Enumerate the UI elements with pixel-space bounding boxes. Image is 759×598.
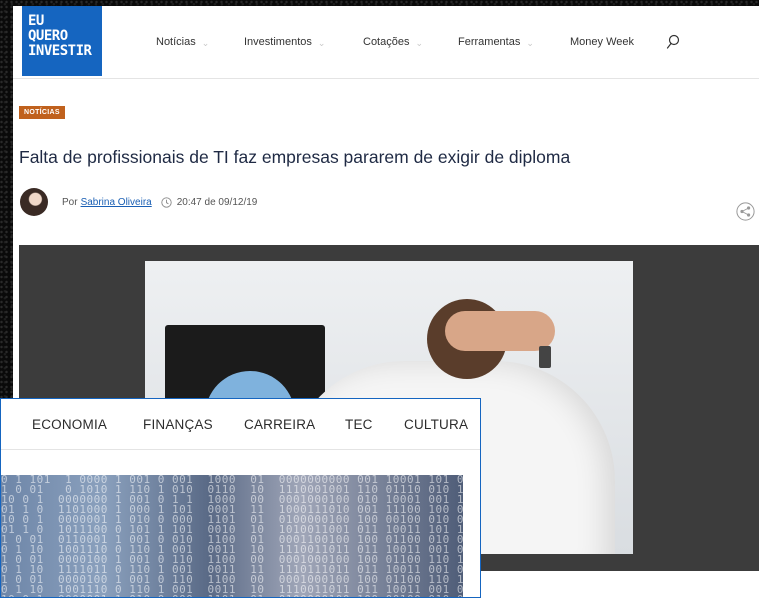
chevron-down-icon: ⌄ [201, 37, 210, 48]
site-header: EU QUERO INVESTIR Notícias ⌄ Investiment… [13, 6, 759, 79]
clock-icon [161, 196, 172, 208]
overlay-nav: ECONOMIA FINANÇAS CARREIRA TEC CULTURA [1, 399, 480, 450]
logo-line-2: QUERO [28, 28, 68, 44]
overlay-nav-financas[interactable]: FINANÇAS [143, 417, 213, 432]
logo-line-3: INVESTIR [28, 43, 92, 59]
nav-item-money-week[interactable]: Money Week [570, 36, 634, 48]
photo-watch [539, 346, 551, 368]
nav-item-label: Cotações [363, 36, 410, 48]
nav-item-ferramentas[interactable]: Ferramentas ⌄ [458, 36, 534, 48]
overlay-nav-tec[interactable]: TEC [345, 417, 373, 432]
nav-item-investimentos[interactable]: Investimentos ⌄ [244, 36, 325, 48]
overlay-nav-cultura[interactable]: CULTURA [404, 417, 468, 432]
author-link[interactable]: Sabrina Oliveira [81, 197, 152, 208]
category-badge[interactable]: NOTÍCIAS [19, 106, 65, 119]
chevron-down-icon: ⌄ [415, 37, 424, 48]
site-logo[interactable]: EU QUERO INVESTIR [22, 6, 102, 76]
photo-person-hands [445, 311, 555, 351]
nav-item-label: Notícias [156, 36, 196, 48]
nav-item-label: Ferramentas [458, 36, 521, 48]
article-headline: Falta de profissionais de TI faz empresa… [19, 147, 571, 167]
byline-prefix: Por [62, 196, 78, 208]
byline: Por Sabrina Oliveira 20:47 de 09/12/19 [20, 188, 257, 216]
share-icon[interactable] [736, 202, 755, 221]
author-avatar [20, 188, 48, 216]
overlapping-site-window: ECONOMIA FINANÇAS CARREIRA TEC CULTURA 0… [0, 398, 481, 598]
binary-code-text: 0 1 101 1 0000 1 001 0 001 1000 01 00000… [1, 475, 463, 597]
overlay-nav-carreira[interactable]: CARREIRA [244, 417, 315, 432]
publish-datetime: 20:47 de 09/12/19 [176, 196, 258, 208]
binary-code-image: 0 1 101 1 0000 1 001 0 001 1000 01 00000… [1, 475, 463, 597]
nav-item-label: Investimentos [244, 36, 312, 48]
chevron-down-icon: ⌄ [317, 37, 326, 48]
nav-item-label: Money Week [570, 36, 634, 48]
nav-item-noticias[interactable]: Notícias ⌄ [156, 36, 209, 48]
logo-line-1: EU [28, 13, 44, 29]
chevron-down-icon: ⌄ [526, 37, 534, 48]
nav-item-cotacoes[interactable]: Cotações ⌄ [363, 36, 423, 48]
search-icon[interactable] [666, 34, 680, 50]
overlay-nav-economia[interactable]: ECONOMIA [32, 417, 107, 432]
